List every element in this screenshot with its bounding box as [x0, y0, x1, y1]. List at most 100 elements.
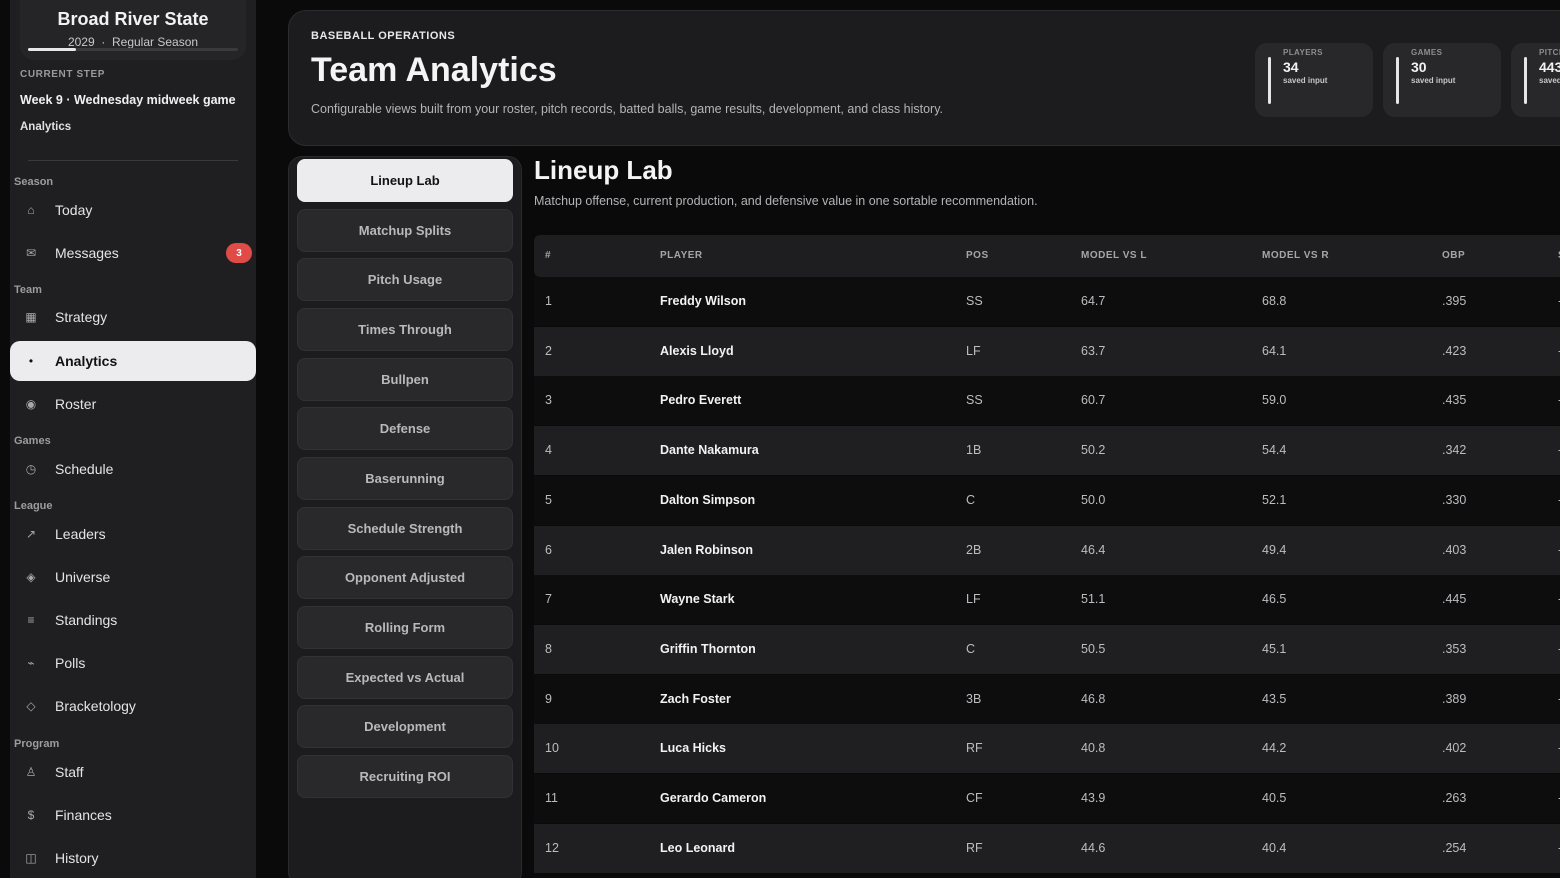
page-description: Configurable views built from your roste… [311, 102, 944, 116]
current-page-label: Analytics [20, 121, 72, 133]
section-title: Lineup Lab [534, 155, 673, 185]
sidebar-item-label: Messages [55, 245, 119, 261]
view-tab-opponent-adjusted[interactable]: Opponent Adjusted [297, 556, 513, 599]
view-tab-development[interactable]: Development [297, 705, 513, 748]
cell-player: Luca Hicks [660, 741, 727, 756]
view-tab-schedule-strength[interactable]: Schedule Strength [297, 507, 513, 550]
cell-model-vs-r: 46.5 [1262, 592, 1287, 607]
cell-pos: LF [966, 592, 981, 607]
analytics-view-nav: Lineup Lab Matchup Splits Pitch Usage Ti… [288, 156, 522, 878]
sidebar-item-standings[interactable]: ≡ Standings [10, 600, 256, 640]
cell-rank: 9 [545, 691, 552, 706]
sidebar-item-messages[interactable]: ✉ Messages 3 [10, 233, 256, 273]
view-tab-lineup-lab[interactable]: Lineup Lab [297, 159, 513, 202]
view-tab-matchup-splits[interactable]: Matchup Splits [297, 209, 513, 252]
page-title: Team Analytics [311, 51, 557, 89]
table-row[interactable]: 8Griffin ThorntonC50.545.1.353- [534, 624, 1560, 674]
section-program: Program [14, 738, 60, 750]
cell-model-vs-r: 68.8 [1262, 294, 1287, 308]
cell-obp: .353 [1442, 641, 1467, 656]
sidebar-item-strategy[interactable]: ▦ Strategy [10, 297, 256, 337]
table-row[interactable]: 2Alexis LloydLF63.764.1.423- [534, 326, 1560, 376]
current-step-value: Week 9 · Wednesday midweek game [20, 93, 236, 107]
view-tab-expected-vs-actual[interactable]: Expected vs Actual [297, 656, 513, 699]
column-header-rank[interactable]: # [545, 250, 551, 261]
cell-player: Dante Nakamura [660, 443, 759, 458]
sidebar-divider [28, 160, 238, 161]
table-row[interactable]: 11Gerardo CameronCF43.940.5.263- [534, 774, 1560, 823]
cell-player: Freddy Wilson [660, 294, 747, 308]
cell-model-vs-r: 43.5 [1262, 691, 1287, 706]
cell-rank: 10 [545, 741, 559, 756]
sidebar-item-roster[interactable]: ◉ Roster [10, 384, 256, 424]
view-tab-times-through[interactable]: Times Through [297, 308, 513, 351]
season-label: 2029 · Regular Season [67, 35, 199, 49]
view-tab-defense[interactable]: Defense [297, 407, 513, 450]
table-row[interactable]: 1Freddy WilsonSS64.768.8.395- [534, 277, 1560, 326]
table-row[interactable]: 7Wayne StarkLF51.146.5.445- [534, 575, 1560, 625]
view-tab-baserunning[interactable]: Baserunning [297, 457, 513, 500]
cell-model-vs-r: 44.2 [1262, 741, 1287, 756]
cell-player: Wayne Stark [660, 592, 735, 607]
cell-rank: 2 [545, 343, 552, 358]
view-tab-bullpen[interactable]: Bullpen [297, 358, 513, 401]
sidebar-item-today[interactable]: ⌂ Today [10, 190, 256, 230]
table-row[interactable]: 10Luca HicksRF40.844.2.402- [534, 724, 1560, 774]
table-row[interactable]: 5Dalton SimpsonC50.052.1.330- [534, 475, 1560, 525]
stat-sub: saved input [1283, 76, 1328, 85]
cell-model-vs-r: 52.1 [1262, 492, 1287, 507]
bracket-diamond-icon: ◇ [26, 699, 36, 713]
stat-value: 34 [1283, 59, 1299, 75]
cell-model-vs-l: 50.5 [1081, 641, 1106, 656]
view-tab-pitch-usage[interactable]: Pitch Usage [297, 258, 513, 301]
cell-player: Pedro Everett [660, 393, 742, 408]
cell-rank: 11 [545, 791, 558, 805]
column-header-obp[interactable]: OBP [1442, 250, 1465, 261]
sidebar-item-finances[interactable]: $ Finances [10, 795, 256, 835]
cell-player: Dalton Simpson [660, 492, 756, 507]
sidebar-item-staff[interactable]: ♙ Staff [10, 752, 256, 792]
sidebar-item-bracketology[interactable]: ◇ Bracketology [10, 686, 256, 726]
column-header-model-vs-l[interactable]: MODEL VS L [1081, 250, 1147, 261]
table-row[interactable]: 12Leo LeonardRF44.640.4.254- [534, 823, 1560, 873]
cell-player: Leo Leonard [660, 840, 736, 855]
column-header-pos[interactable]: POS [966, 250, 989, 261]
polls-icon: ⌁ [27, 656, 35, 670]
stat-card-games: GAMES 30 saved input [1383, 43, 1501, 117]
sidebar-item-schedule[interactable]: ◷ Schedule [10, 449, 256, 489]
column-header-player[interactable]: PLAYER [660, 250, 703, 261]
sidebar-item-history[interactable]: ◫ History [10, 838, 256, 878]
roster-icon: ◉ [25, 397, 37, 411]
cell-rank: 3 [545, 393, 552, 408]
cell-model-vs-r: 49.4 [1262, 542, 1287, 557]
stat-sub: saved [1539, 76, 1560, 85]
sidebar-item-leaders[interactable]: ↗ Leaders [10, 514, 256, 554]
cell-rank: 12 [545, 840, 559, 855]
table-row[interactable]: 9Zach Foster3B46.843.5.389- [534, 674, 1560, 724]
sidebar-item-polls[interactable]: ⌁ Polls [10, 643, 256, 683]
analytics-header: BASEBALL OPERATIONS Team Analytics Confi… [288, 10, 1560, 146]
season-progress-fill [28, 48, 77, 51]
cell-obp: .254 [1442, 840, 1467, 855]
trend-arrow-icon: ↗ [25, 527, 37, 541]
sidebar-item-universe[interactable]: ◈ Universe [10, 557, 256, 597]
table-row[interactable]: 4Dante Nakamura1B50.254.4.342- [534, 426, 1560, 476]
team-name: Broad River State [57, 9, 209, 29]
mail-icon: ✉ [25, 246, 37, 260]
sidebar-item-analytics[interactable]: • Analytics [10, 341, 256, 381]
view-tab-rolling-form[interactable]: Rolling Form [297, 606, 513, 649]
cell-model-vs-l: 60.7 [1081, 393, 1106, 408]
cell-obp: .330 [1442, 492, 1467, 507]
cell-obp: .435 [1442, 393, 1467, 408]
section-team: Team [14, 284, 42, 296]
cell-pos: 1B [966, 443, 982, 458]
table-row[interactable]: 3Pedro EverettSS60.759.0.435- [534, 376, 1560, 426]
view-tab-recruiting-roi[interactable]: Recruiting ROI [297, 755, 513, 798]
cell-model-vs-r: 40.4 [1262, 840, 1287, 855]
cell-model-vs-l: 50.0 [1081, 492, 1106, 507]
table-row[interactable]: 6Jalen Robinson2B46.449.4.403- [534, 525, 1560, 575]
sidebar-item-label: Schedule [55, 461, 114, 477]
cell-obp: .342 [1442, 443, 1467, 458]
eyebrow-label: BASEBALL OPERATIONS [311, 30, 456, 42]
column-header-model-vs-r[interactable]: MODEL VS R [1262, 250, 1329, 261]
